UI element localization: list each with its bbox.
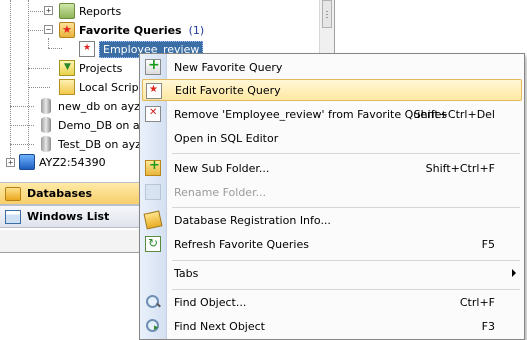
tree-node-label: AYZ2:54390: [39, 155, 106, 169]
menu-item-new-sub-folder[interactable]: New Sub Folder... Shift+Ctrl+F: [142, 157, 522, 179]
tree-node-reports[interactable]: Reports: [59, 2, 121, 20]
databases-icon: [5, 186, 21, 201]
menu-item-new-favorite-query[interactable]: New Favorite Query: [142, 56, 522, 78]
tree-guide-line: [28, 87, 50, 88]
tree-guide-line: [28, 0, 29, 150]
tree-node-local-scripts[interactable]: Local Scripts: [59, 78, 149, 96]
favorite-queries-count: (1): [188, 23, 205, 37]
menu-item-label: Find Object...: [174, 295, 247, 309]
menu-item-remove-from-favorites[interactable]: Remove 'Employee_review' from Favorite Q…: [142, 103, 522, 125]
server-icon: [19, 154, 35, 170]
edit-favorite-query-icon: [146, 83, 162, 99]
menu-separator: [172, 207, 520, 208]
tree-node-label: Demo_DB on ayz: [58, 118, 152, 132]
reports-folder-icon: [59, 3, 75, 19]
rename-folder-icon: [145, 184, 161, 200]
projects-folder-icon: [59, 60, 75, 76]
find-next-icon: [145, 318, 161, 334]
menu-item-shortcut: Ctrl+F: [459, 295, 495, 309]
menu-item-label: Open in SQL Editor: [174, 131, 279, 145]
tree-node-label: Reports: [79, 4, 122, 18]
menu-item-shortcut: Shift+Ctrl+Del: [413, 107, 495, 121]
submenu-arrow-icon: [512, 269, 516, 277]
menu-item-label: Database Registration Info...: [174, 213, 331, 227]
scrollbar-grip: [326, 17, 328, 18]
database-icon: [41, 136, 51, 152]
tree-guide-line: [10, 0, 11, 160]
find-icon: [145, 294, 161, 310]
tree-node-new-db[interactable]: new_db on ayz2: [38, 97, 147, 115]
menu-item-label: Rename Folder...: [174, 185, 267, 199]
favorite-queries-folder-icon: [59, 22, 75, 38]
tree-node-label: new_db on ayz2: [58, 99, 147, 113]
expand-server-button[interactable]: +: [6, 158, 15, 167]
scrollbar-grip: [326, 14, 328, 15]
favorite-query-icon: [79, 41, 95, 57]
tab-databases-label: Databases: [27, 187, 93, 200]
refresh-icon: [145, 236, 161, 252]
menu-item-label: Remove 'Employee_review' from Favorite Q…: [174, 107, 448, 121]
remove-icon: [145, 106, 161, 122]
menu-item-open-in-sql-editor[interactable]: Open in SQL Editor: [142, 127, 522, 149]
local-scripts-icon: [59, 79, 75, 95]
context-menu: New Favorite Query Edit Favorite Query R…: [139, 53, 525, 340]
menu-item-shortcut: F5: [481, 237, 495, 251]
collapse-favorite-queries-button[interactable]: −: [44, 25, 53, 34]
tree-node-demo-db[interactable]: Demo_DB on ayz: [38, 116, 152, 134]
new-favorite-query-icon: [145, 57, 161, 75]
menu-item-label: New Favorite Query: [174, 60, 283, 74]
tree-guide-line: [48, 38, 49, 48]
menu-item-rename-folder: Rename Folder...: [142, 181, 522, 203]
scrollbar-thumb[interactable]: [322, 0, 332, 28]
menu-item-edit-favorite-query[interactable]: Edit Favorite Query: [142, 79, 522, 101]
tree-guide-line: [10, 125, 34, 126]
menu-item-label: Tabs: [174, 266, 199, 280]
menu-item-find-object[interactable]: Find Object... Ctrl+F: [142, 291, 522, 313]
tree-guide-line: [10, 144, 34, 145]
menu-item-shortcut: Shift+Ctrl+F: [425, 161, 495, 175]
tree-guide-line: [28, 30, 43, 31]
menu-item-label: Find Next Object: [174, 319, 265, 333]
database-icon: [41, 117, 51, 133]
menu-separator: [172, 289, 520, 290]
tree-node-server[interactable]: AYZ2:54390: [19, 153, 106, 171]
windows-list-icon: [5, 209, 21, 224]
menu-item-find-next-object[interactable]: Find Next Object F3: [142, 315, 522, 337]
tree-guide-line: [28, 68, 50, 69]
tree-guide-line: [10, 106, 34, 107]
tree-node-label: Test_DB on ayz: [58, 137, 141, 151]
tab-windows-list-label: Windows List: [27, 210, 110, 223]
tree-guide-line: [28, 11, 43, 12]
registration-info-icon: [143, 210, 163, 230]
menu-item-refresh-favorite-queries[interactable]: Refresh Favorite Queries F5: [142, 233, 522, 255]
database-icon: [41, 98, 51, 114]
scrollbar-grip: [326, 11, 328, 12]
menu-item-shortcut: F3: [481, 319, 495, 333]
tree-guide-line: [48, 48, 62, 49]
menu-item-label: Edit Favorite Query: [175, 83, 281, 97]
expand-reports-button[interactable]: +: [44, 6, 53, 15]
tree-node-label: Projects: [79, 61, 123, 75]
tree-node-label: Favorite Queries: [79, 23, 182, 37]
tree-node-test-db[interactable]: Test_DB on ayz: [38, 135, 141, 153]
new-subfolder-icon: [145, 158, 161, 176]
tree-node-favorite-queries[interactable]: Favorite Queries (1): [59, 21, 204, 39]
tree-node-projects[interactable]: Projects: [59, 59, 122, 77]
menu-item-label: New Sub Folder...: [174, 161, 270, 175]
menu-item-tabs[interactable]: Tabs: [142, 262, 522, 284]
menu-item-label: Refresh Favorite Queries: [174, 237, 309, 251]
menu-item-database-registration-info[interactable]: Database Registration Info...: [142, 209, 522, 231]
menu-separator: [172, 153, 520, 154]
menu-separator: [172, 260, 520, 261]
